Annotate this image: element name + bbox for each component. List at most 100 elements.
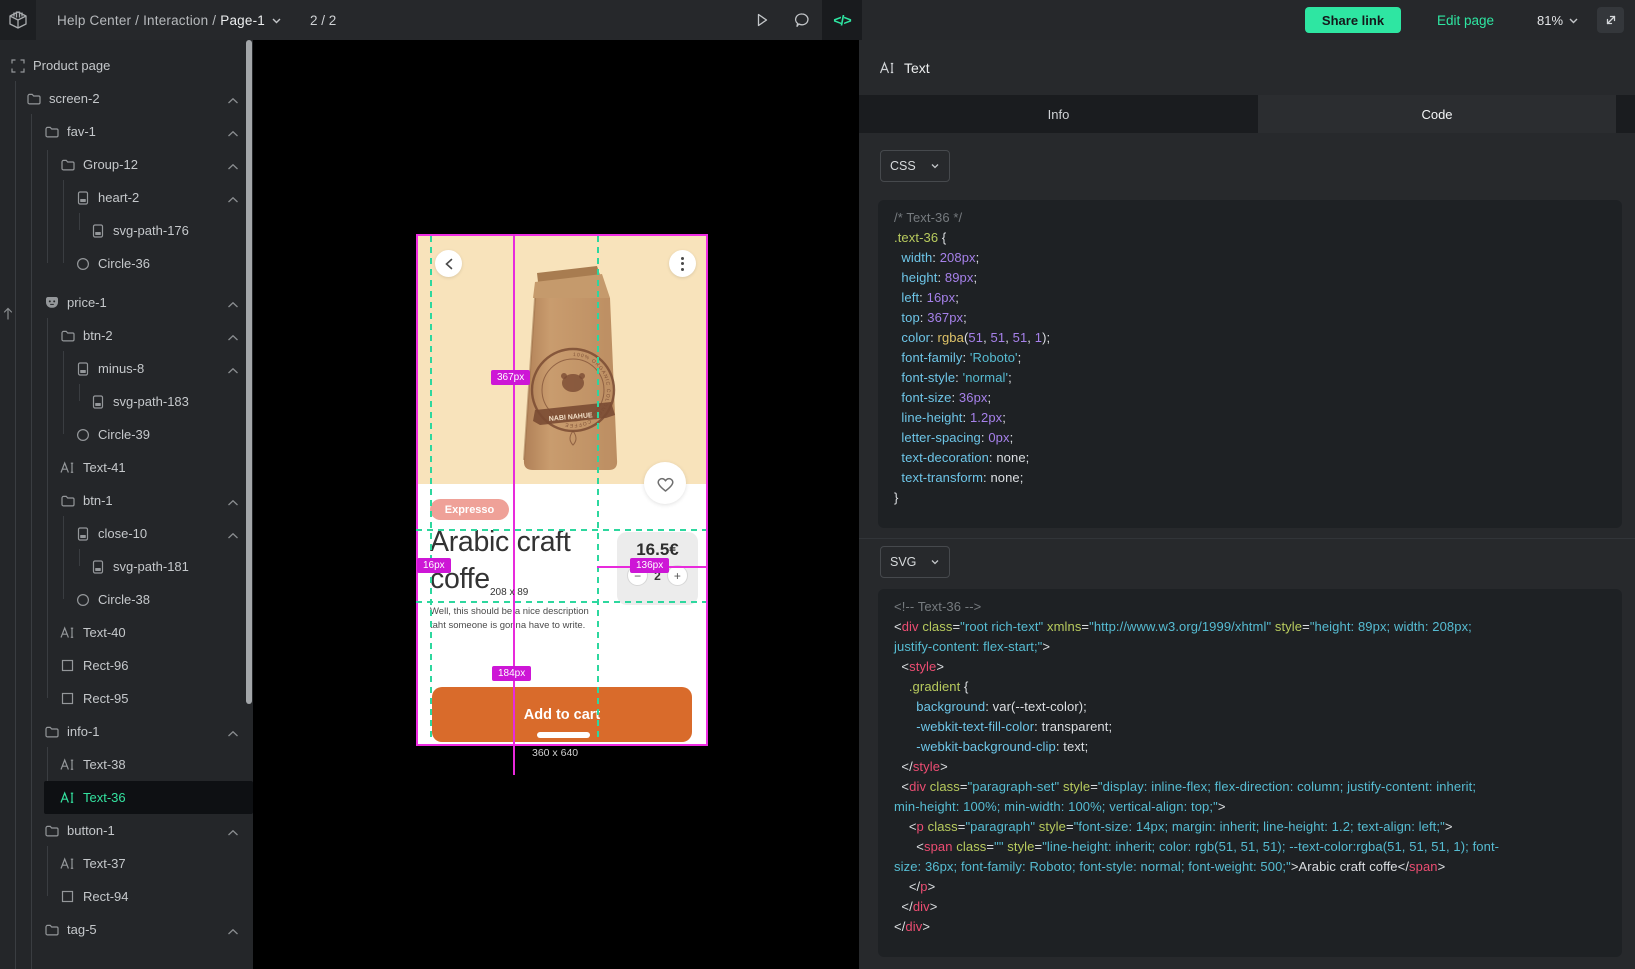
inspector-panel: Text Info Code CSS /* Text-36 */.text-36… <box>859 40 1635 969</box>
layer-item-circle-36[interactable]: Circle-36 <box>0 247 253 280</box>
menu-button[interactable] <box>669 250 696 277</box>
layer-item-close-10[interactable]: close-10 <box>0 517 253 550</box>
layer-item-btn-2[interactable]: btn-2 <box>0 319 253 352</box>
layer-item-text-37[interactable]: Text-37 <box>0 847 253 880</box>
layer-item-btn-1[interactable]: btn-1 <box>0 484 253 517</box>
screen-size-label: 360 x 640 <box>532 747 578 759</box>
layer-item-screen-2[interactable]: screen-2 <box>0 82 253 115</box>
expand-arrows-icon <box>1604 13 1618 27</box>
layer-item-circle-39[interactable]: Circle-39 <box>0 418 253 451</box>
guide-horizontal-bottom <box>416 601 706 603</box>
layer-item-button-1[interactable]: button-1 <box>0 814 253 847</box>
layer-item-svg-path-176[interactable]: svg-path-176 <box>0 214 253 247</box>
layer-label: fav-1 <box>67 124 96 139</box>
layer-item-circle-38[interactable]: Circle-38 <box>0 583 253 616</box>
heart-icon <box>655 474 676 493</box>
layer-item-tag-5[interactable]: tag-5 <box>0 913 253 946</box>
layer-item-group-12[interactable]: Group-12 <box>0 148 253 181</box>
layer-label: svg-path-176 <box>113 223 189 238</box>
collapse-chevron-icon[interactable] <box>227 159 239 174</box>
guide-vertical-left <box>430 236 432 742</box>
edit-page-link[interactable]: Edit page <box>1437 0 1494 40</box>
tab-code[interactable]: Code <box>1258 95 1616 133</box>
layer-item-info-1[interactable]: info-1 <box>0 715 253 748</box>
breadcrumb-path: Help Center / Interaction / <box>57 13 216 28</box>
layer-item-rect-95[interactable]: Rect-95 <box>0 682 253 715</box>
chevron-down-icon <box>930 161 940 171</box>
collapse-chevron-icon[interactable] <box>227 528 239 543</box>
share-link-button[interactable]: Share link <box>1305 7 1401 33</box>
design-canvas[interactable]: 100% ORGANIC COLOMBIA COFFEE NABI NAHUE … <box>253 40 859 969</box>
css-format-dropdown[interactable]: CSS <box>880 150 950 182</box>
collapse-chevron-icon[interactable] <box>227 330 239 345</box>
tab-bar-filler <box>1616 95 1635 133</box>
breadcrumb[interactable]: Help Center / Interaction / Page-1 <box>57 0 282 40</box>
sidebar-scrollbar[interactable] <box>246 40 252 704</box>
play-button[interactable] <box>742 0 782 40</box>
collapse-chevron-icon[interactable] <box>227 126 239 141</box>
layer-item-heart-2[interactable]: heart-2 <box>0 181 253 214</box>
plus-button[interactable]: + <box>667 565 688 586</box>
layer-item-rect-96[interactable]: Rect-96 <box>0 649 253 682</box>
collapse-chevron-icon[interactable] <box>227 726 239 741</box>
svgfile-icon <box>75 190 90 205</box>
collapse-chevron-icon[interactable] <box>227 363 239 378</box>
collapse-chevron-icon[interactable] <box>227 297 239 312</box>
layer-label: Text-38 <box>83 757 126 772</box>
collapse-chevron-icon[interactable] <box>227 924 239 939</box>
folder-icon <box>44 124 59 139</box>
chevron-down-icon <box>1568 15 1579 26</box>
mockup-screen[interactable]: 100% ORGANIC COLOMBIA COFFEE NABI NAHUE … <box>416 234 708 746</box>
layer-item-rect-94[interactable]: Rect-94 <box>0 880 253 913</box>
chevron-left-icon <box>444 258 454 270</box>
chevron-down-icon[interactable] <box>271 15 282 26</box>
comments-button[interactable] <box>782 0 822 40</box>
layer-item-svg-path-181[interactable]: svg-path-181 <box>0 550 253 583</box>
layer-item-text-36[interactable]: Text-36 <box>44 781 253 814</box>
collapse-chevron-icon[interactable] <box>227 495 239 510</box>
layer-item-svg-path-183[interactable]: svg-path-183 <box>0 385 253 418</box>
zoom-control[interactable]: 81% <box>1537 0 1579 40</box>
section-divider <box>859 538 1635 539</box>
svg-dropdown-value: SVG <box>890 555 916 569</box>
folder-icon <box>44 823 59 838</box>
measurement-badge-left: 16px <box>417 558 451 573</box>
layer-item-text-38[interactable]: Text-38 <box>0 748 253 781</box>
back-button[interactable] <box>435 250 462 277</box>
guide-horizontal-top <box>416 529 706 531</box>
tab-info[interactable]: Info <box>859 95 1258 133</box>
app-logo[interactable] <box>0 0 36 40</box>
collapse-chevron-icon[interactable] <box>227 93 239 108</box>
layer-label: Text-41 <box>83 460 126 475</box>
layer-label: Circle-36 <box>98 256 150 271</box>
collapse-chevron-icon[interactable] <box>227 192 239 207</box>
text-icon <box>60 460 75 475</box>
layer-label: Product page <box>33 58 110 73</box>
selected-element-type: Text <box>904 60 930 76</box>
layer-item-minus-8[interactable]: minus-8 <box>0 352 253 385</box>
layer-item-text-41[interactable]: Text-41 <box>0 451 253 484</box>
text-icon <box>60 625 75 640</box>
svgfile-icon <box>90 394 105 409</box>
layer-item-fav-1[interactable]: fav-1 <box>0 115 253 148</box>
css-code-block[interactable]: /* Text-36 */.text-36 { width: 208px; he… <box>878 200 1622 528</box>
zoom-level: 81% <box>1537 13 1563 28</box>
collapse-chevron-icon[interactable] <box>227 825 239 840</box>
layer-item-price-1[interactable]: price-1 <box>0 286 253 319</box>
product-image-area: 100% ORGANIC COLOMBIA COFFEE NABI NAHUE <box>418 236 706 484</box>
layer-label: price-1 <box>67 295 107 310</box>
layer-label: Text-36 <box>83 790 126 805</box>
svg-format-dropdown[interactable]: SVG <box>880 546 950 578</box>
mask-icon <box>44 295 59 310</box>
layer-item-text-40[interactable]: Text-40 <box>0 616 253 649</box>
code-view-button[interactable]: </> <box>822 0 862 40</box>
layer-label: Circle-38 <box>98 592 150 607</box>
fullscreen-button[interactable] <box>1597 7 1624 33</box>
category-tag[interactable]: Expresso <box>430 499 509 520</box>
circle-icon <box>75 592 90 607</box>
layer-label: Text-37 <box>83 856 126 871</box>
layer-item-product page[interactable]: Product page <box>0 49 253 82</box>
favorite-button[interactable] <box>644 462 686 504</box>
folder-icon <box>60 328 75 343</box>
svg-code-block[interactable]: <!-- Text-36 --><div class="root rich-te… <box>878 589 1622 957</box>
